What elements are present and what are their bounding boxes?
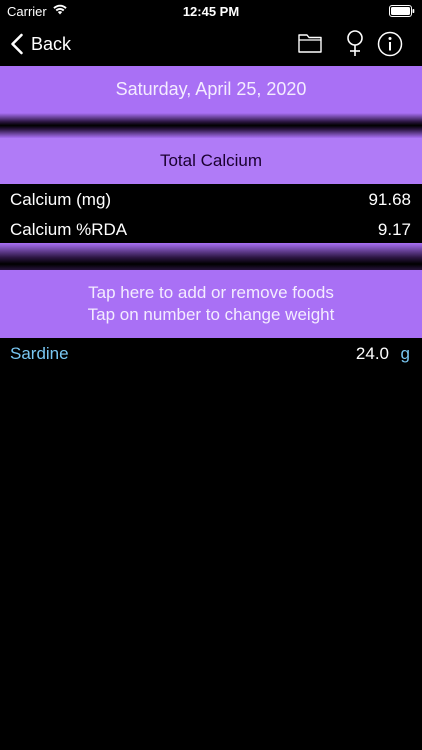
instructions-line-2: Tap on number to change weight bbox=[87, 305, 335, 324]
folder-icon[interactable] bbox=[298, 32, 322, 54]
food-name[interactable]: Sardine bbox=[10, 344, 69, 364]
food-unit: g bbox=[400, 344, 410, 363]
back-label: Back bbox=[31, 33, 72, 54]
chevron-left-icon bbox=[11, 33, 23, 55]
instructions-line-1: Tap here to add or remove foods bbox=[88, 283, 334, 302]
nutrient-label: Calcium %RDA bbox=[10, 220, 128, 239]
battery-icon bbox=[389, 5, 415, 17]
back-button[interactable]: Back bbox=[10, 30, 71, 58]
nutrient-value: 91.68 bbox=[368, 190, 411, 209]
food-weight[interactable]: 24.0 bbox=[356, 344, 389, 364]
female-symbol-icon[interactable] bbox=[344, 29, 366, 57]
nutrient-label: Calcium (mg) bbox=[10, 190, 112, 209]
date-header[interactable]: Saturday, April 25, 2020 bbox=[0, 66, 422, 113]
nav-bar: Back bbox=[0, 22, 422, 66]
total-calcium-header: Total Calcium bbox=[0, 138, 422, 184]
info-icon[interactable] bbox=[377, 31, 403, 57]
status-time: 12:45 PM bbox=[182, 4, 240, 19]
divider-gradient bbox=[0, 113, 422, 138]
status-bar: Carrier 12:45 PM bbox=[0, 0, 422, 22]
add-remove-foods-button[interactable]: Tap here to add or remove foods Tap on n… bbox=[0, 270, 422, 338]
nutrient-value: 9.17 bbox=[377, 220, 411, 239]
